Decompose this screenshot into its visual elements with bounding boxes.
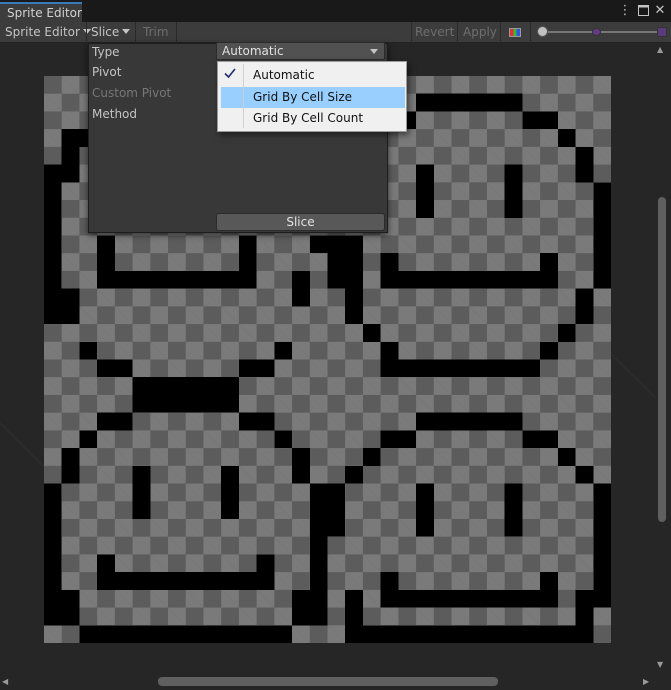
- tab-title: Sprite Editor: [7, 6, 82, 20]
- apply-button[interactable]: Apply: [458, 22, 502, 43]
- type-value: Automatic: [222, 44, 284, 58]
- rgb-channel-icon[interactable]: [509, 28, 521, 37]
- menu-item-label: Automatic: [253, 68, 315, 82]
- maximize-icon[interactable]: [636, 3, 650, 21]
- chevron-down-icon: [122, 29, 131, 34]
- type-dropdown[interactable]: Automatic: [216, 42, 385, 60]
- toolbar-divider: [500, 22, 501, 43]
- menu-item-label: Grid By Cell Size: [253, 90, 353, 104]
- slice-dropdown[interactable]: Slice: [86, 22, 135, 43]
- tab-bar: [0, 0, 671, 22]
- tab-sprite-editor[interactable]: Sprite Editor: [0, 2, 82, 22]
- close-icon[interactable]: ✕: [653, 3, 667, 19]
- mip-level-icon: [592, 28, 601, 36]
- slice-label: Slice: [91, 25, 120, 39]
- mode-label: Sprite Editor: [5, 25, 80, 39]
- toolbar-divider: [135, 22, 136, 43]
- menu-item-automatic[interactable]: Automatic: [221, 65, 405, 86]
- menu-item-label: Grid By Cell Count: [253, 111, 364, 125]
- menu-item-grid-by-cell-size[interactable]: Grid By Cell Size: [221, 87, 405, 108]
- custom-pivot-label: Custom Pivot: [92, 86, 172, 100]
- method-label: Method: [92, 107, 138, 121]
- scroll-down-icon[interactable]: ▼: [657, 660, 663, 670]
- scroll-up-icon[interactable]: ▲: [657, 45, 663, 55]
- trim-button[interactable]: Trim: [138, 22, 174, 43]
- chevron-down-icon: [370, 49, 378, 54]
- zoom-slider-handle[interactable]: [537, 26, 548, 37]
- type-dropdown-menu: Automatic Grid By Cell Size Grid By Cell…: [217, 61, 407, 132]
- zoom-slider[interactable]: [541, 31, 665, 33]
- kebab-menu-icon[interactable]: ⋮: [618, 3, 632, 19]
- menu-gutter-divider: [243, 64, 244, 128]
- revert-button[interactable]: Revert: [410, 22, 459, 43]
- slice-button[interactable]: Slice: [216, 213, 385, 231]
- horizontal-scrollbar-thumb[interactable]: [158, 677, 498, 686]
- pivot-label: Pivot: [92, 65, 122, 79]
- mip-level-max-icon: [657, 27, 667, 37]
- toolbar-divider: [176, 22, 177, 43]
- menu-item-grid-by-cell-count[interactable]: Grid By Cell Count: [221, 108, 405, 129]
- mode-dropdown[interactable]: Sprite Editor: [0, 22, 96, 43]
- type-label: Type: [92, 45, 120, 59]
- vertical-scrollbar-thumb[interactable]: [658, 197, 666, 522]
- scroll-left-icon[interactable]: ◀: [2, 677, 8, 687]
- scroll-right-icon[interactable]: ▶: [643, 677, 649, 687]
- toolbar-divider: [530, 22, 531, 43]
- checkmark-icon: [224, 64, 240, 82]
